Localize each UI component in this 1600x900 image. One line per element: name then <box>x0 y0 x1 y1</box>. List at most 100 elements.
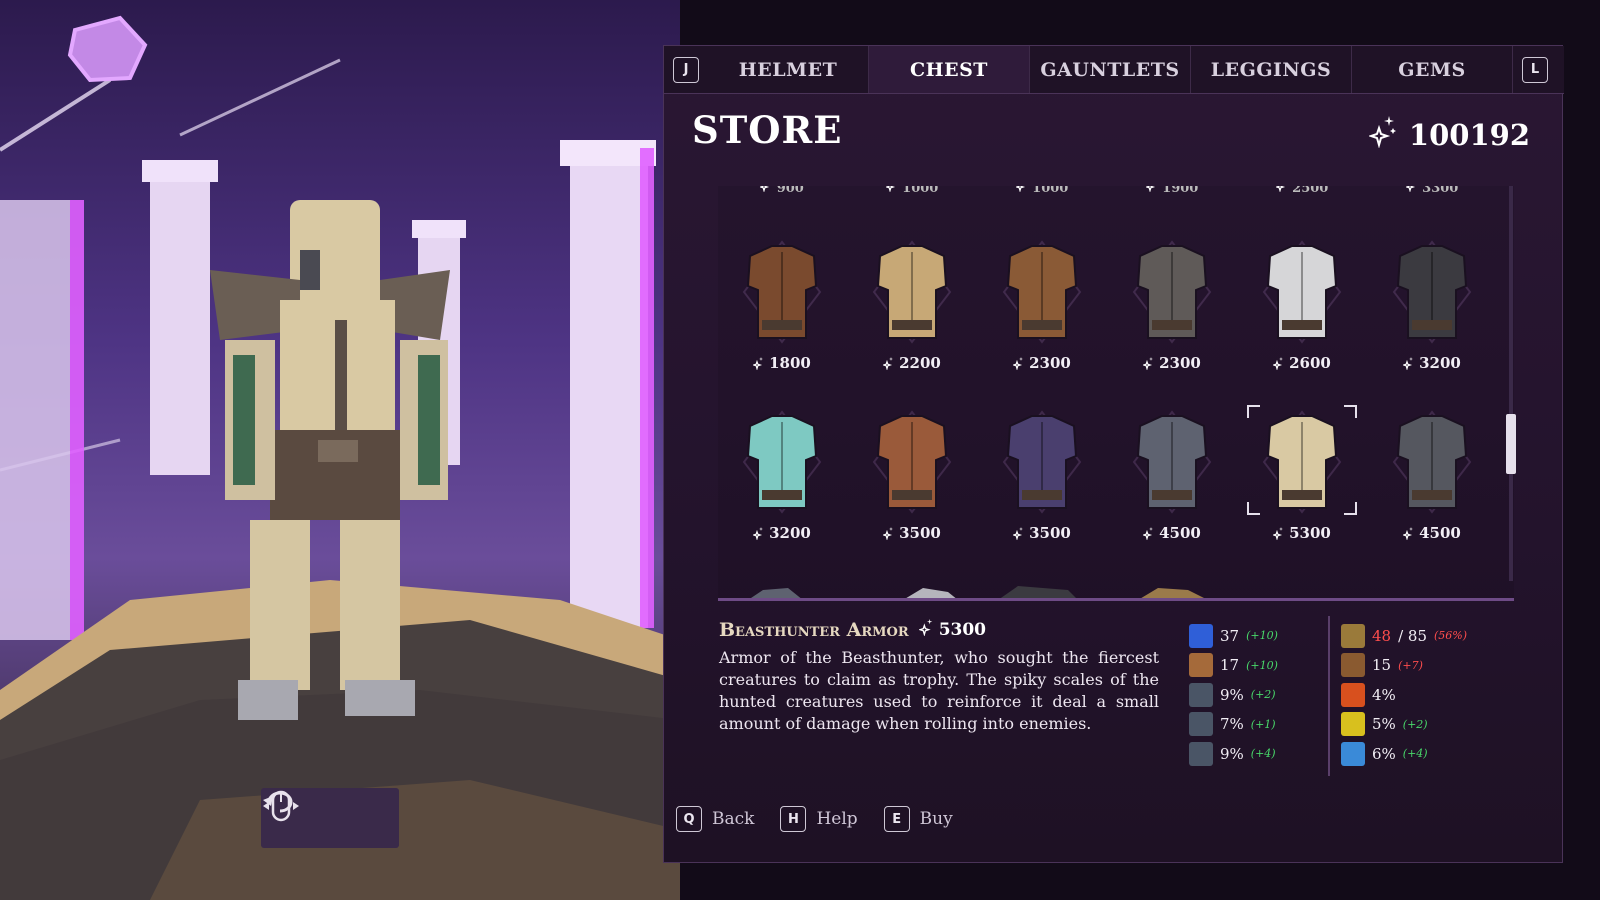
stat-row: 7% (+1) <box>1189 710 1339 740</box>
buy-label: Buy <box>919 809 953 829</box>
frost-icon <box>1341 741 1365 766</box>
item-price: 5300 <box>1242 524 1362 542</box>
fire-icon <box>1341 682 1365 707</box>
item-price: 2200 <box>852 354 972 372</box>
store-item-slot[interactable]: 5300 <box>1242 384 1362 544</box>
page-title: STORE <box>692 108 843 152</box>
store-item-slot[interactable]: 3200 <box>1372 214 1492 374</box>
help-button[interactable]: H Help <box>780 806 858 832</box>
stat-row: 5% (+2) <box>1341 710 1491 740</box>
partial-item-price: 1000 <box>852 186 972 196</box>
scene-art <box>0 15 680 900</box>
sword-defense-icon <box>1189 712 1213 737</box>
footer-controls: Q Back H Help E Buy <box>676 806 953 832</box>
category-tabs: J HELMET CHEST GAUNTLETS LEGGINGS GEMS L <box>664 46 1564 94</box>
partial-item-price: 1900 <box>1112 186 1232 196</box>
store-item-slot[interactable]: 2300 <box>982 214 1102 374</box>
item-price: 3500 <box>852 524 972 542</box>
item-price-value: 5300 <box>938 619 987 640</box>
shield-blade-icon <box>1189 741 1213 766</box>
sparkle-currency-icon <box>1367 114 1399 155</box>
store-item-slot[interactable]: 2200 <box>852 214 972 374</box>
stat-row: 17 (+10) <box>1189 651 1339 681</box>
key-l-icon: L <box>1522 56 1548 83</box>
chest-armor-icon <box>1392 240 1472 344</box>
partial-item-price: 900 <box>722 186 842 196</box>
tab-gems[interactable]: GEMS <box>1352 46 1513 93</box>
item-detail: Beasthunter Armor 5300 Armor of the Beas… <box>719 618 1159 735</box>
item-price: 2300 <box>1112 354 1232 372</box>
mana-orb-icon <box>1189 623 1213 648</box>
item-price: 2600 <box>1242 354 1362 372</box>
item-price: 3200 <box>722 524 842 542</box>
stats-divider <box>1328 616 1330 776</box>
stats-column-left: 37 (+10) 17 (+10) 9% (+2) 7% (+1) 9% (+4) <box>1189 621 1339 769</box>
tab-helmet[interactable]: HELMET <box>708 46 869 93</box>
item-price: 3500 <box>982 524 1102 542</box>
chest-armor-icon <box>1262 240 1342 344</box>
loot-bag-icon <box>1341 653 1365 678</box>
chest-armor-icon <box>872 240 952 344</box>
stat-row: 9% (+2) <box>1189 680 1339 710</box>
buy-button[interactable]: E Buy <box>883 806 953 832</box>
back-button[interactable]: Q Back <box>676 806 754 832</box>
key-j-icon: J <box>673 56 699 83</box>
tab-next-key[interactable]: L <box>1513 46 1557 93</box>
grid-scrollbar[interactable] <box>1506 186 1516 581</box>
store-item-slot[interactable]: 4500 <box>1372 384 1492 544</box>
store-item-slot[interactable]: 3500 <box>852 384 972 544</box>
store-item-slot[interactable]: 3500 <box>982 384 1102 544</box>
stat-row: 15 (+7) <box>1341 651 1491 681</box>
partial-item-price: 1000 <box>982 186 1102 196</box>
selection-bracket <box>1247 405 1357 515</box>
stat-row: 4% <box>1341 680 1491 710</box>
help-label: Help <box>816 809 858 829</box>
stat-row: 6% (+4) <box>1341 739 1491 769</box>
partial-row-items <box>718 578 1514 598</box>
tab-gauntlets[interactable]: GAUNTLETS <box>1030 46 1191 93</box>
store-item-slot[interactable]: 3200 <box>722 384 842 544</box>
chest-armor-icon <box>742 240 822 344</box>
chest-armor-icon <box>1002 410 1082 514</box>
store-panel: J HELMET CHEST GAUNTLETS LEGGINGS GEMS L… <box>663 45 1564 863</box>
item-price: 1800 <box>722 354 842 372</box>
currency-balance: 100192 <box>1367 114 1530 155</box>
tab-chest[interactable]: CHEST <box>869 46 1030 93</box>
back-label: Back <box>712 809 755 829</box>
key-q-icon: Q <box>676 806 702 832</box>
shield-physical-icon <box>1189 682 1213 707</box>
key-e-icon: E <box>883 806 910 832</box>
item-description: Armor of the Beasthunter, who sought the… <box>719 648 1159 733</box>
chest-armor-icon <box>1392 410 1472 514</box>
item-price: 5300 <box>917 618 987 641</box>
item-price: 3200 <box>1372 354 1492 372</box>
chest-armor-icon <box>742 410 822 514</box>
chest-armor-icon <box>1002 240 1082 344</box>
store-item-slot[interactable]: 2600 <box>1242 214 1362 374</box>
stat-row: 9% (+4) <box>1189 739 1339 769</box>
currency-amount: 100192 <box>1408 117 1530 152</box>
key-h-icon: H <box>780 806 807 832</box>
store-item-slot[interactable]: 4500 <box>1112 384 1232 544</box>
sparkle-currency-icon <box>917 618 935 641</box>
chest-armor-icon <box>872 410 952 514</box>
stat-row: 48 / 85 (56%) <box>1341 621 1491 651</box>
scrollbar-thumb[interactable] <box>1506 414 1516 474</box>
chest-armor-icon <box>1132 410 1212 514</box>
rotate-controls <box>261 788 399 848</box>
item-name: Beasthunter Armor <box>719 618 909 641</box>
item-price: 2300 <box>982 354 1102 372</box>
weight-scale-icon <box>1341 623 1365 648</box>
partial-item-price: 2500 <box>1242 186 1362 196</box>
store-item-slot[interactable]: 1800 <box>722 214 842 374</box>
character-preview-scene[interactable] <box>0 0 680 900</box>
strength-icon <box>1189 653 1213 678</box>
item-grid: 900 1000 1000 1900 2500 3300 1800 2200 230… <box>718 186 1514 601</box>
item-price: 4500 <box>1372 524 1492 542</box>
tab-leggings[interactable]: LEGGINGS <box>1191 46 1352 93</box>
store-item-slot[interactable]: 2300 <box>1112 214 1232 374</box>
partial-item-price: 3300 <box>1372 186 1492 196</box>
tab-prev-key[interactable]: J <box>664 46 708 93</box>
lightning-icon <box>1341 712 1365 737</box>
stat-row: 37 (+10) <box>1189 621 1339 651</box>
